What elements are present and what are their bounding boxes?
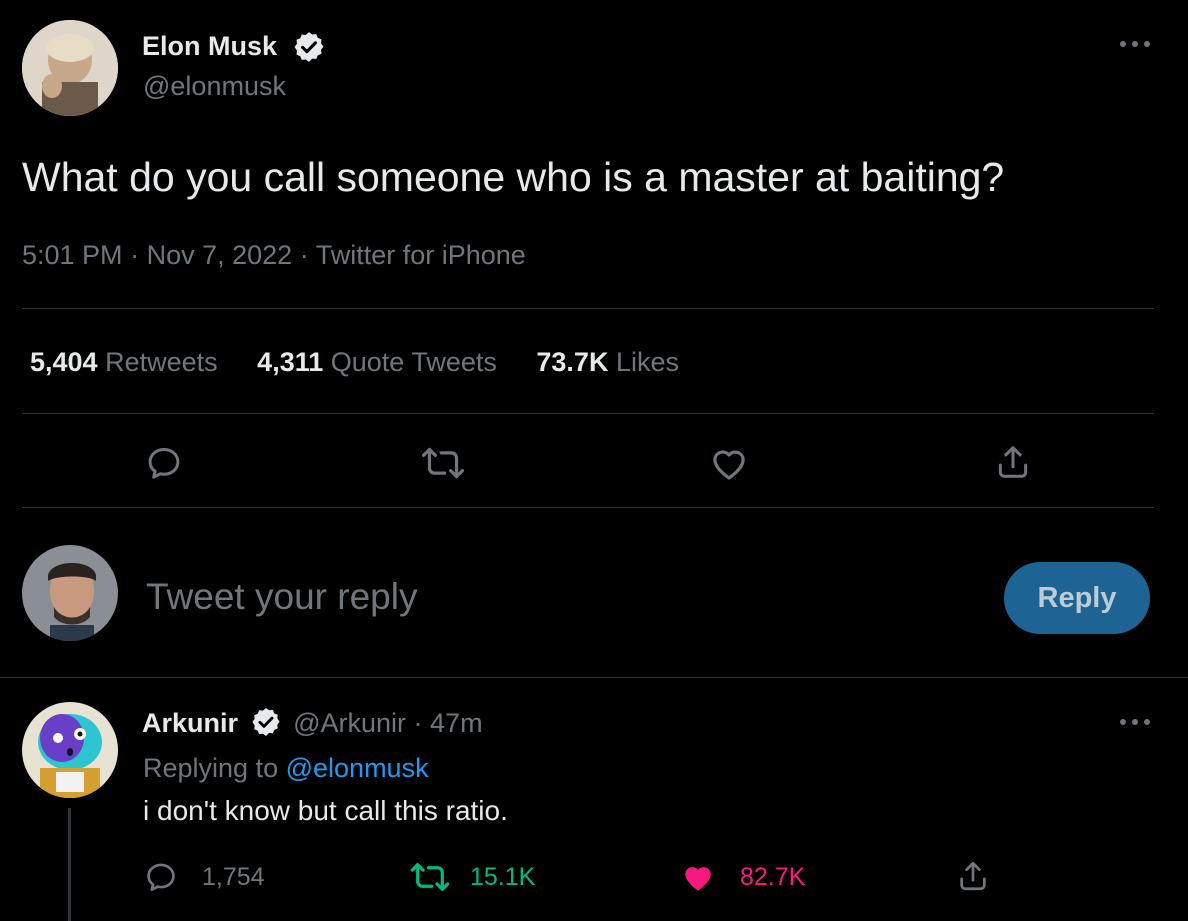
reply-input[interactable] [146, 572, 966, 622]
divider [22, 413, 1154, 414]
retweets-stat[interactable]: 5,404 Retweets [30, 347, 225, 377]
author-avatar[interactable] [22, 20, 118, 116]
tweet-source[interactable]: Twitter for iPhone [316, 240, 526, 270]
likes-label: Likes [615, 347, 679, 377]
replying-to-label: Replying to [143, 753, 279, 783]
share-icon[interactable] [994, 442, 1032, 482]
more-options-icon[interactable] [1118, 38, 1152, 50]
tweet-meta: 5:01 PM · Nov 7, 2022 · Twitter for iPho… [22, 238, 526, 272]
meta-separator: · [413, 708, 423, 738]
reply-replies-action[interactable]: 1,754 [144, 858, 265, 896]
current-user-avatar[interactable] [22, 545, 118, 641]
like-icon[interactable] [709, 444, 749, 482]
meta-separator: · [299, 240, 309, 270]
retweet-icon[interactable] [421, 444, 465, 482]
reply-age[interactable]: 47m [430, 708, 483, 738]
reply-more-options-icon[interactable] [1118, 716, 1152, 728]
tweet-time[interactable]: 5:01 PM [22, 240, 123, 270]
replying-to-handle[interactable]: @elonmusk [286, 753, 429, 783]
retweet-icon [410, 860, 450, 894]
quotes-label: Quote Tweets [330, 347, 497, 377]
reply-retweets-count: 15.1K [470, 862, 536, 891]
divider [22, 507, 1154, 508]
thread-line [68, 808, 71, 921]
reply-likes-count: 82.7K [740, 862, 806, 891]
author-name[interactable]: Elon Musk [142, 30, 277, 62]
meta-separator: · [130, 240, 140, 270]
replying-to: Replying to @elonmusk [143, 751, 429, 785]
reply-author-handle[interactable]: @Arkunir [293, 708, 406, 738]
retweets-label: Retweets [105, 347, 218, 377]
reply-author-avatar[interactable] [22, 702, 118, 798]
reply-replies-count: 1,754 [202, 862, 265, 891]
divider [22, 308, 1154, 309]
likes-count: 73.7K [536, 347, 609, 377]
reply-icon[interactable] [145, 444, 183, 482]
tweet-stats: 5,404 Retweets 4,311 Quote Tweets 73.7K … [30, 345, 679, 379]
quotes-count: 4,311 [257, 347, 324, 377]
verified-badge-icon [250, 706, 282, 738]
reply-button[interactable]: Reply [1004, 562, 1150, 634]
divider [0, 677, 1188, 678]
tweet-date[interactable]: Nov 7, 2022 [147, 240, 293, 270]
reply-text: i don't know but call this ratio. [143, 795, 508, 826]
reply-icon [144, 860, 178, 894]
author-handle[interactable]: @elonmusk [143, 70, 286, 102]
likes-stat[interactable]: 73.7K Likes [536, 347, 679, 377]
reply-retweets-action[interactable]: 15.1K [410, 858, 535, 896]
heart-filled-icon [680, 860, 716, 894]
tweet-text: What do you call someone who is a master… [22, 154, 1005, 200]
reply-header: Arkunir @Arkunir · 47m [142, 706, 483, 740]
reply-likes-action[interactable]: 82.7K [680, 858, 805, 896]
reply-share-icon[interactable] [956, 858, 990, 894]
verified-badge-icon [292, 30, 326, 64]
quotes-stat[interactable]: 4,311 Quote Tweets [257, 347, 504, 377]
retweets-count: 5,404 [30, 347, 98, 377]
reply-author-name[interactable]: Arkunir [142, 708, 238, 738]
